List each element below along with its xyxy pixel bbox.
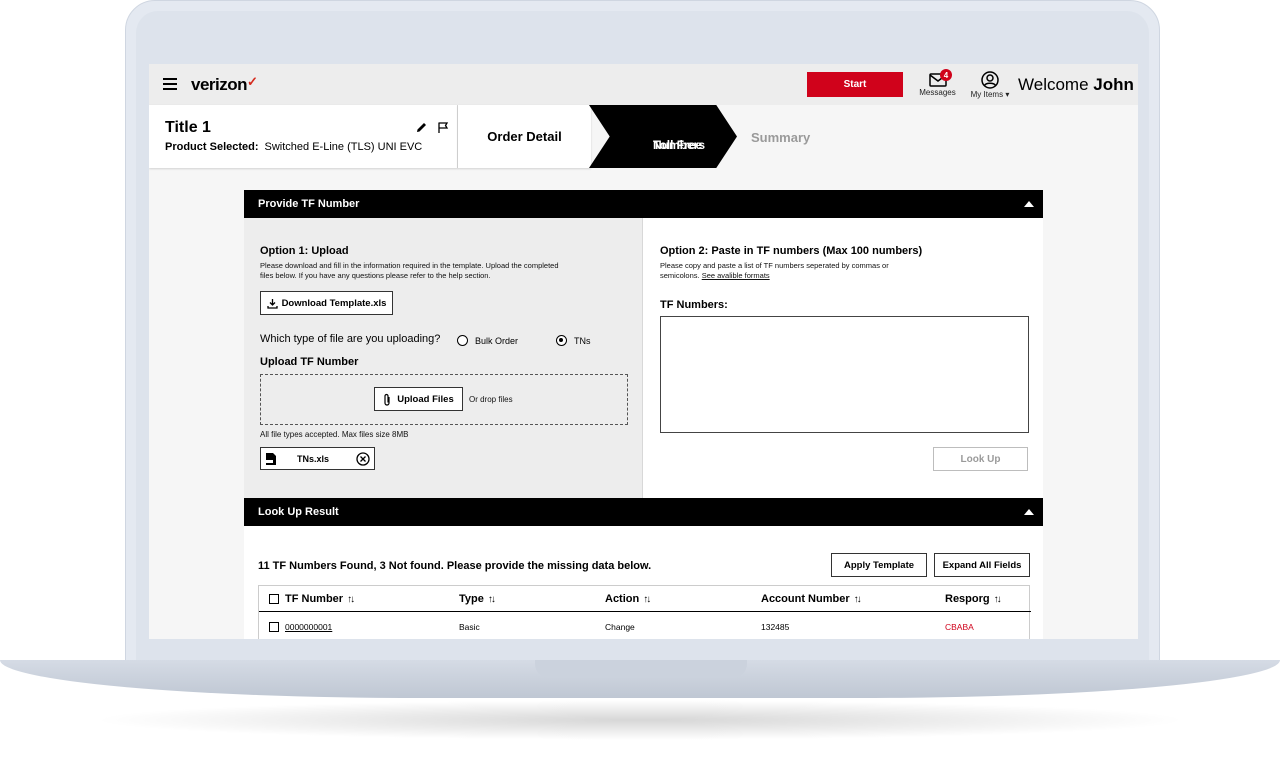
file-icon	[266, 453, 276, 465]
drop-hint: Or drop files	[469, 395, 513, 404]
table-row: 0000000001 Basic Change 132485 CBABA	[259, 613, 1031, 639]
column-resporg[interactable]: Resporg ↑↓	[945, 593, 1002, 605]
sort-icon: ↑↓	[643, 593, 651, 605]
result-summary: 11 TF Numbers Found, 3 Not found. Please…	[258, 560, 652, 572]
type-cell: Basic	[459, 622, 480, 632]
uploaded-file: TNs.xls	[260, 447, 375, 470]
look-up-result-header[interactable]: Look Up Result	[244, 498, 1043, 526]
option1-title: Option 1: Upload	[260, 245, 349, 257]
step-toll-free-numbers[interactable]: Toll Free Numbers	[589, 105, 737, 168]
results-table: TF Number ↑↓ Type ↑↓ Action ↑↓ Account Numb…	[258, 585, 1031, 639]
file-type-question: Which type of file are you uploading?	[260, 333, 441, 345]
paste-option: Option 2: Paste in TF numbers (Max 100 n…	[644, 218, 1043, 498]
select-all-checkbox[interactable]	[269, 594, 279, 604]
main-panel: Provide TF Number Option 1: Upload Pleas…	[244, 190, 1043, 639]
remove-file-icon[interactable]	[356, 452, 370, 466]
step-order-detail[interactable]: Order Detail	[458, 105, 591, 168]
messages-button[interactable]: 4 Messages	[915, 69, 960, 103]
option1-description: Please download and fill in the informat…	[260, 261, 559, 280]
messages-badge: 4	[940, 69, 952, 81]
verizon-logo[interactable]: verizon✓	[191, 74, 258, 95]
paperclip-icon	[384, 393, 390, 406]
apply-template-button[interactable]: Apply Template	[831, 553, 927, 577]
product-selected: Product Selected: Switched E-Line (TLS) U…	[165, 141, 423, 153]
sort-icon: ↑↓	[487, 593, 496, 605]
radio-bulk-order-label: Bulk Order	[475, 336, 519, 346]
laptop-notch	[535, 660, 747, 678]
account-cell: 132485	[761, 622, 790, 632]
app-screen: verizon✓ Start 4 Messages My Items ▾ Wel…	[149, 64, 1138, 639]
tf-numbers-label: TF Numbers:	[660, 299, 728, 311]
file-note: All file types accepted. Max files size …	[260, 430, 409, 439]
step-summary[interactable]: Summary	[751, 130, 810, 145]
table-header-row: TF Number ↑↓ Type ↑↓ Action ↑↓ Account Numb…	[259, 586, 1031, 612]
download-template-button[interactable]: Download Template.xls	[260, 291, 393, 315]
sort-icon: ↑↓	[993, 593, 1002, 605]
column-account-number[interactable]: Account Number ↑↓	[761, 593, 862, 605]
sort-icon: ↑↓	[853, 593, 862, 605]
look-up-button[interactable]: Look Up	[933, 447, 1028, 471]
flag-icon[interactable]	[437, 121, 450, 134]
top-bar: verizon✓ Start 4 Messages My Items ▾ Wel…	[149, 64, 1138, 105]
option2-title: Option 2: Paste in TF numbers (Max 100 n…	[660, 245, 923, 257]
user-icon	[981, 71, 999, 89]
caret-up-icon[interactable]	[1024, 201, 1034, 207]
my-items-label: My Items	[970, 90, 1004, 99]
chevron-down-icon: ▾	[1005, 90, 1010, 99]
radio-bulk-order[interactable]	[457, 335, 468, 346]
expand-all-fields-button[interactable]: Expand All Fields	[934, 553, 1030, 577]
column-type[interactable]: Type ↑↓	[459, 593, 496, 605]
my-items-button[interactable]: My Items ▾	[965, 71, 1015, 103]
menu-icon[interactable]	[163, 78, 177, 90]
caret-up-icon[interactable]	[1024, 509, 1034, 515]
row-checkbox[interactable]	[269, 622, 279, 632]
resporg-cell: CBABA	[945, 622, 974, 632]
provide-tf-header[interactable]: Provide TF Number	[244, 190, 1043, 218]
column-tf-number[interactable]: TF Number ↑↓	[285, 593, 355, 605]
column-action[interactable]: Action ↑↓	[605, 593, 651, 605]
pencil-icon[interactable]	[415, 121, 428, 134]
tf-numbers-input[interactable]	[660, 316, 1029, 433]
welcome-text: Welcome John	[1018, 75, 1134, 94]
sort-icon: ↑↓	[347, 593, 355, 605]
laptop-shadow	[90, 700, 1190, 740]
user-name: John	[1093, 75, 1134, 94]
tf-number-link[interactable]: 0000000001	[285, 622, 332, 632]
file-name: TNs.xls	[297, 454, 330, 464]
action-cell: Change	[605, 622, 635, 632]
upload-heading: Upload TF Number	[260, 356, 359, 368]
start-button[interactable]: Start	[807, 72, 903, 97]
upload-files-button[interactable]: Upload Files	[374, 387, 463, 411]
file-dropzone[interactable]: Upload Files Or drop files	[260, 374, 628, 425]
option2-description: Please copy and paste a list of TF numbe…	[660, 261, 889, 280]
radio-tns-label: TNs	[574, 336, 591, 346]
radio-tns[interactable]	[556, 335, 567, 346]
formats-link[interactable]: See avalible formats	[702, 271, 770, 280]
download-icon	[266, 298, 278, 309]
order-title-card: Title 1 Product Selected: Switched E-Line…	[149, 105, 458, 168]
upload-option: Option 1: Upload Please download and fil…	[244, 218, 643, 498]
messages-label: Messages	[919, 88, 956, 97]
page-title: Title 1	[165, 119, 211, 136]
